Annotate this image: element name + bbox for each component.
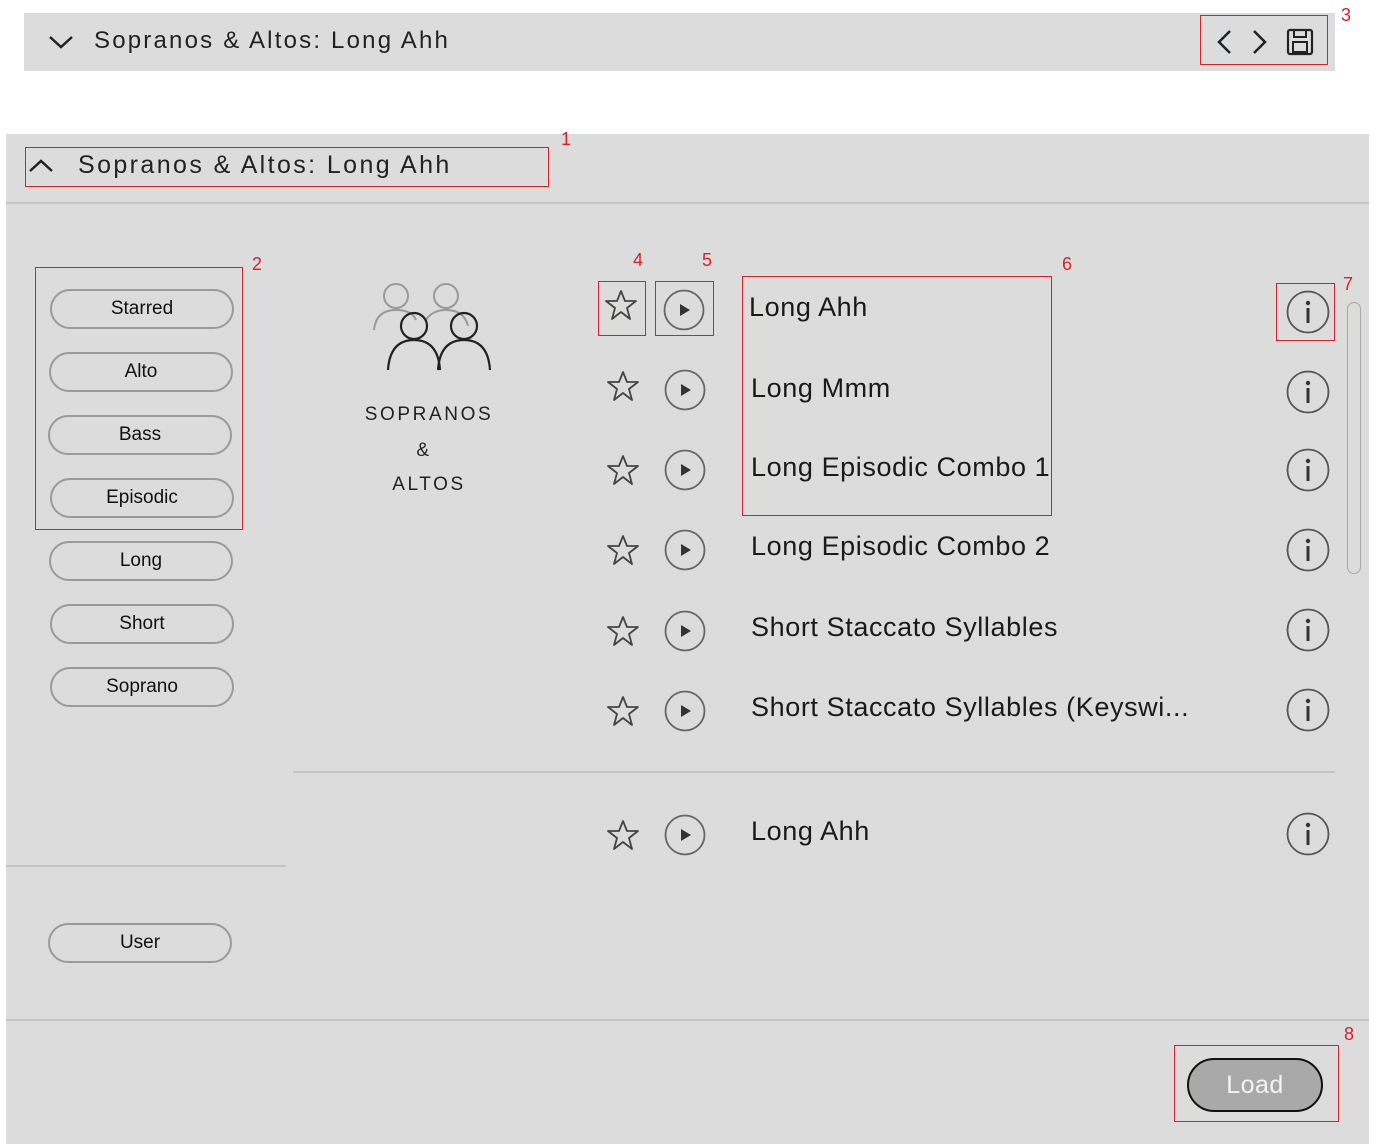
info-icon[interactable] — [1286, 688, 1330, 732]
play-icon[interactable] — [664, 610, 706, 652]
chevron-down-icon[interactable] — [46, 30, 76, 54]
preset-item-name[interactable]: Short Staccato Syllables (Keyswi... — [751, 692, 1189, 723]
annotation-number-7: 7 — [1343, 274, 1354, 294]
star-icon[interactable] — [606, 694, 640, 728]
filter-soprano[interactable]: Soprano — [50, 667, 234, 707]
star-icon[interactable] — [606, 614, 640, 648]
filter-user[interactable]: User — [48, 923, 232, 963]
annotation-number-4: 4 — [633, 250, 644, 270]
category-label-line1: SOPRANOS — [364, 404, 494, 425]
category-label-line2: & — [416, 440, 432, 461]
star-icon[interactable] — [606, 369, 640, 403]
footer-divider — [6, 1019, 1369, 1021]
info-icon[interactable] — [1286, 528, 1330, 572]
annotation-box-8 — [1174, 1045, 1339, 1122]
annotation-box-5 — [655, 281, 714, 336]
play-icon[interactable] — [664, 449, 706, 491]
collapsed-preset-title: Sopranos & Altos: Long Ahh — [94, 27, 451, 54]
category-label-line3: ALTOS — [392, 474, 466, 495]
star-icon[interactable] — [606, 453, 640, 487]
play-icon[interactable] — [664, 814, 706, 856]
play-icon[interactable] — [664, 529, 706, 571]
annotation-box-3 — [1200, 15, 1328, 65]
header-divider — [6, 202, 1369, 204]
info-icon[interactable] — [1286, 448, 1330, 492]
list-scrollbar[interactable] — [1347, 302, 1361, 574]
info-icon[interactable] — [1286, 608, 1330, 652]
star-icon[interactable] — [606, 818, 640, 852]
annotation-box-4 — [598, 281, 646, 336]
annotation-number-2: 2 — [252, 254, 263, 274]
star-icon[interactable] — [606, 533, 640, 567]
annotation-number-8: 8 — [1344, 1024, 1355, 1044]
annotation-box-1 — [25, 147, 549, 187]
list-divider — [293, 771, 1335, 773]
choir-group-icon — [373, 283, 492, 371]
annotation-number-1: 1 — [561, 129, 572, 149]
annotation-box-6 — [742, 276, 1052, 516]
annotation-number-3: 3 — [1341, 5, 1352, 25]
sidebar-divider — [6, 865, 286, 867]
annotation-number-6: 6 — [1062, 254, 1073, 274]
info-icon[interactable] — [1286, 812, 1330, 856]
annotation-box-2 — [35, 267, 243, 530]
info-icon[interactable] — [1286, 370, 1330, 414]
play-icon[interactable] — [664, 369, 706, 411]
preset-item-name[interactable]: Short Staccato Syllables — [751, 612, 1058, 643]
annotation-box-7 — [1276, 283, 1335, 341]
collapsed-preset-bar[interactable]: Sopranos & Altos: Long Ahh — [24, 13, 1335, 71]
filter-short[interactable]: Short — [50, 604, 234, 644]
annotation-number-5: 5 — [702, 250, 713, 270]
filter-long[interactable]: Long — [49, 541, 233, 581]
user-preset-item-name[interactable]: Long Ahh — [751, 816, 870, 847]
preset-item-name[interactable]: Long Episodic Combo 2 — [751, 531, 1050, 562]
play-icon[interactable] — [664, 690, 706, 732]
